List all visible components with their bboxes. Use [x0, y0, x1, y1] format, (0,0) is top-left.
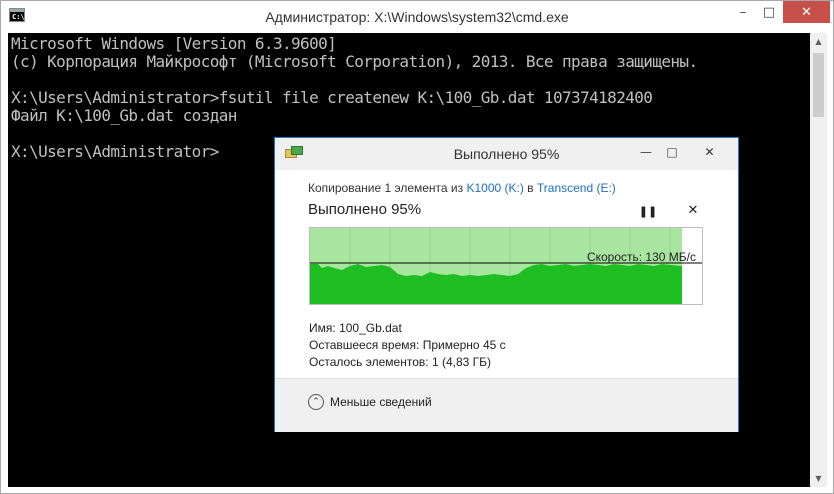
console-scrollbar[interactable]: ▲ ▼: [810, 33, 827, 487]
console-line: X:\Users\Administrator>fsutil file creat…: [11, 88, 653, 107]
info-name-key: Имя:: [309, 321, 336, 335]
info-items: Осталось элементов: 1 (4,83 ГБ): [309, 355, 491, 369]
cancel-button[interactable]: ✕: [686, 203, 700, 218]
cmd-window-title: Администратор: X:\Windows\system32\cmd.e…: [265, 9, 569, 25]
maximize-button[interactable]: □: [756, 1, 782, 23]
fewer-details-label: Меньше сведений: [330, 395, 432, 409]
dialog-maximize-button[interactable]: □: [659, 142, 685, 162]
source-link[interactable]: K1000 (K:): [466, 181, 523, 195]
console-prompt: X:\Users\Administrator>: [11, 142, 219, 161]
minimize-button[interactable]: –: [730, 1, 756, 23]
info-items-key: Осталось элементов:: [309, 355, 429, 369]
dialog-footer: ⌃ Меньше сведений: [275, 378, 738, 432]
progress-title: Выполнено 95%: [308, 201, 422, 218]
destination-link[interactable]: Transcend (E:): [537, 181, 616, 195]
dialog-titlebar[interactable]: Выполнено 95% — □ ✕: [275, 138, 738, 170]
info-time-value: Примерно 45 с: [422, 338, 506, 352]
copying-prefix: Копирование 1 элемента из: [308, 181, 467, 195]
pause-button[interactable]: ❚❚: [639, 204, 657, 218]
info-name-value: 100_Gb.dat: [339, 321, 402, 335]
console-line: (c) Корпорация Майкрософт (Microsoft Cor…: [11, 52, 698, 71]
scroll-down-icon[interactable]: ▼: [810, 470, 827, 487]
close-button[interactable]: ✕: [783, 1, 830, 23]
speed-label: Скорость: 130 МБ/с: [586, 250, 696, 264]
info-name: Имя: 100_Gb.dat: [309, 321, 402, 335]
speed-graph: Скорость: 130 МБ/с: [309, 227, 703, 305]
fewer-details-button[interactable]: ⌃ Меньше сведений: [308, 394, 432, 410]
info-items-value: 1 (4,83 ГБ): [431, 355, 492, 369]
info-time-key: Оставшееся время:: [309, 338, 420, 352]
info-time: Оставшееся время: Примерно 45 с: [309, 338, 506, 352]
console-line: Microsoft Windows [Version 6.3.9600]: [11, 34, 337, 53]
scroll-up-icon[interactable]: ▲: [810, 33, 827, 50]
dialog-close-button[interactable]: ✕: [686, 142, 733, 162]
dialog-minimize-button[interactable]: —: [633, 142, 659, 162]
chevron-up-icon: ⌃: [308, 394, 324, 410]
cmd-titlebar[interactable]: C:\_ Администратор: X:\Windows\system32\…: [1, 1, 833, 33]
scrollbar-thumb[interactable]: [813, 53, 824, 117]
dialog-body: Копирование 1 элемента из K1000 (K:) в T…: [275, 170, 738, 378]
copying-description: Копирование 1 элемента из K1000 (K:) в T…: [308, 181, 616, 195]
copy-progress-dialog: Выполнено 95% — □ ✕ Копирование 1 элемен…: [274, 137, 739, 432]
console-line: Файл K:\100_Gb.dat создан: [11, 106, 237, 125]
copying-middle: в: [523, 181, 537, 195]
